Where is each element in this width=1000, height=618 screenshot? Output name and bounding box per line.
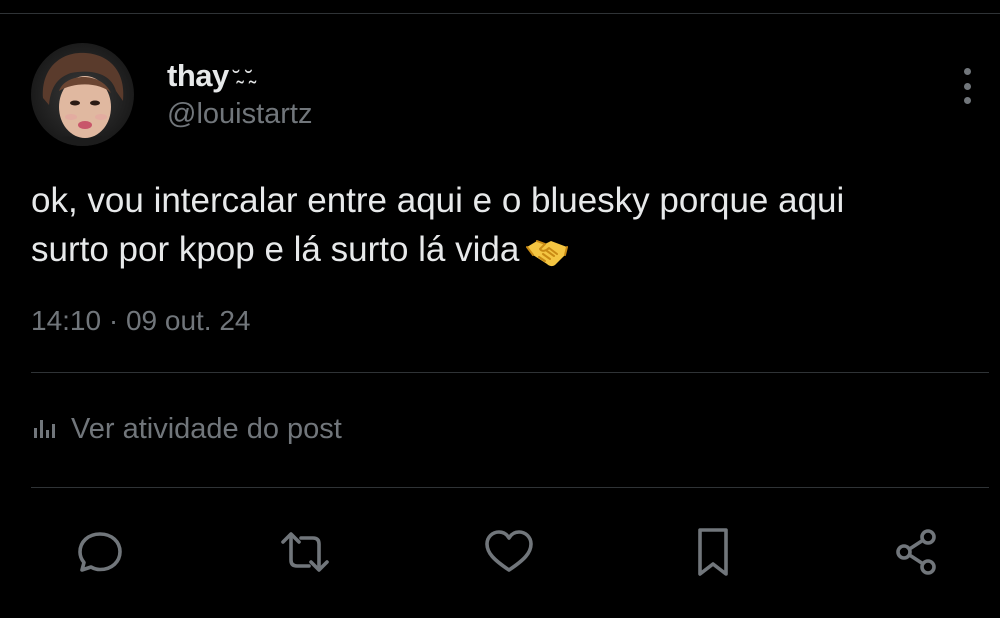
heart-icon <box>485 530 533 572</box>
tweet-detail-view: thay ˘̴ ˘̴ @louistartz ok, vou intercalar… <box>0 0 1000 618</box>
repost-button[interactable] <box>273 520 337 584</box>
more-options-icon[interactable] <box>955 68 979 104</box>
handshake-emoji-icon <box>525 233 569 282</box>
share-button[interactable] <box>884 520 948 584</box>
repost-arrows-icon <box>281 532 329 572</box>
speech-bubble-icon <box>78 532 122 572</box>
view-post-activity-link[interactable]: Ver atividade do post <box>33 413 342 446</box>
reply-button[interactable] <box>68 520 132 584</box>
tweet-text: ok, vou intercalar entre aqui e o bluesk… <box>31 176 971 282</box>
view-post-activity-label: Ver atividade do post <box>71 413 342 445</box>
action-bar <box>0 520 1000 584</box>
more-dot <box>963 97 971 104</box>
divider <box>31 487 989 488</box>
profile-avatar-image <box>31 43 134 146</box>
like-button[interactable] <box>477 520 541 584</box>
more-dot <box>963 82 971 90</box>
user-handle[interactable]: @louistartz <box>167 98 312 131</box>
avatar[interactable] <box>31 43 134 146</box>
top-divider <box>0 13 1000 14</box>
share-nodes-icon <box>896 529 936 575</box>
name-decoration: ˘̴ ˘̴ <box>232 66 253 91</box>
tweet-text-line-2: surto por kpop e lá surto lá vida <box>31 225 971 282</box>
tweet-text-line-1: ok, vou intercalar entre aqui e o bluesk… <box>31 181 845 220</box>
analytics-bars-icon <box>33 416 59 443</box>
bookmark-icon <box>698 528 728 576</box>
display-name-text: thay <box>167 58 229 93</box>
tweet-timestamp[interactable]: 14:10 · 09 out. 24 <box>31 305 251 337</box>
display-name[interactable]: thay ˘̴ ˘̴ <box>167 58 253 94</box>
bookmark-button[interactable] <box>681 520 745 584</box>
more-dot <box>963 68 971 75</box>
tweet-text-line-2-text: surto por kpop e lá surto lá vida <box>31 230 520 269</box>
divider <box>31 372 989 373</box>
